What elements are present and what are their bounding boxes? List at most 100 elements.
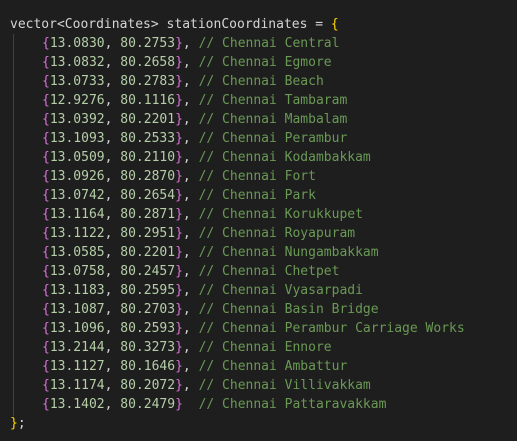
station-comment: // Chennai Vyasarpadi <box>198 283 363 298</box>
comma: , <box>104 359 121 374</box>
indent-guide <box>13 34 14 416</box>
latitude-value: 13.0758 <box>49 264 105 279</box>
coordinate-entry: {13.1164, 80.2871}, // Chennai Korukkupe… <box>42 205 363 224</box>
longitude-value: 80.3273 <box>120 340 176 355</box>
entry-separator <box>183 397 191 412</box>
station-comment: // Chennai Fort <box>198 169 316 184</box>
entry-close-brace: } <box>175 131 183 146</box>
entry-open-brace: { <box>42 74 50 89</box>
longitude-value: 80.2871 <box>120 207 176 222</box>
comma: , <box>104 131 121 146</box>
entry-open-brace: { <box>42 283 50 298</box>
comma: , <box>104 321 121 336</box>
station-comment: // Chennai Ennore <box>198 340 332 355</box>
longitude-value: 80.2658 <box>120 55 176 70</box>
entry-open-brace: { <box>42 36 50 51</box>
coordinate-entry: {13.0926, 80.2870}, // Chennai Fort <box>42 167 316 186</box>
open-brace: { <box>330 17 339 32</box>
entry-open-brace: { <box>42 340 50 355</box>
coordinate-entry: {13.0742, 80.2654}, // Chennai Park <box>42 186 316 205</box>
coordinate-entry: {13.1087, 80.2703}, // Chennai Basin Bri… <box>42 300 379 319</box>
entry-separator: , <box>182 55 191 70</box>
coordinate-entry: {13.0758, 80.2457}, // Chennai Chetpet <box>42 262 339 281</box>
latitude-value: 13.1087 <box>49 302 105 317</box>
comma: , <box>104 150 121 165</box>
station-comment: // Chennai Ambattur <box>198 359 348 374</box>
coordinate-entry: {13.0392, 80.2201}, // Chennai Mambalam <box>42 110 347 129</box>
latitude-value: 13.1093 <box>49 131 105 146</box>
longitude-value: 80.2593 <box>120 321 176 336</box>
coordinate-entry: {12.9276, 80.1116}, // Chennai Tambaram <box>42 91 347 110</box>
comma: , <box>104 245 121 260</box>
entry-open-brace: { <box>42 264 50 279</box>
longitude-value: 80.2110 <box>120 150 176 165</box>
entry-close-brace: } <box>175 188 183 203</box>
station-comment: // Chennai Perambur <box>198 131 348 146</box>
entry-separator: , <box>182 169 191 184</box>
latitude-value: 13.1402 <box>49 397 105 412</box>
comma: , <box>104 55 121 70</box>
coordinate-entry: {13.0830, 80.2753}, // Chennai Central <box>42 34 339 53</box>
entry-close-brace: } <box>175 150 183 165</box>
entry-separator: , <box>182 36 191 51</box>
entry-separator: , <box>182 378 191 393</box>
latitude-value: 13.0509 <box>49 150 105 165</box>
coordinate-entry: {13.1096, 80.2593}, // Chennai Perambur … <box>42 319 465 338</box>
entry-open-brace: { <box>42 93 50 108</box>
station-comment: // Chennai Kodambakkam <box>198 150 371 165</box>
entry-open-brace: { <box>42 55 50 70</box>
entry-separator: , <box>182 207 191 222</box>
entry-separator: , <box>182 264 191 279</box>
statement-terminator: ; <box>17 416 26 431</box>
type-name: vector<Coordinates> <box>10 17 159 32</box>
longitude-value: 80.2201 <box>120 112 176 127</box>
entry-separator: , <box>182 131 191 146</box>
comma: , <box>104 264 121 279</box>
entry-separator: , <box>182 226 191 241</box>
latitude-value: 13.2144 <box>49 340 105 355</box>
code-editor[interactable]: vector<Coordinates> stationCoordinates =… <box>0 0 517 441</box>
closing-line: }; <box>10 414 26 433</box>
latitude-value: 12.9276 <box>49 93 105 108</box>
longitude-value: 80.2783 <box>120 74 176 89</box>
entry-separator: , <box>182 150 191 165</box>
latitude-value: 13.1183 <box>49 283 105 298</box>
station-comment: // Chennai Korukkupet <box>198 207 363 222</box>
latitude-value: 13.1127 <box>49 359 105 374</box>
entry-separator: , <box>182 321 191 336</box>
entry-close-brace: } <box>175 378 183 393</box>
entry-open-brace: { <box>42 359 50 374</box>
entry-open-brace: { <box>42 150 50 165</box>
coordinate-entry: {13.1127, 80.1646}, // Chennai Ambattur <box>42 357 347 376</box>
longitude-value: 80.2201 <box>120 245 176 260</box>
declaration-line: vector<Coordinates> stationCoordinates =… <box>10 15 339 34</box>
comma: , <box>104 340 121 355</box>
entry-separator: , <box>182 74 191 89</box>
entry-open-brace: { <box>42 226 50 241</box>
comma: , <box>104 207 121 222</box>
station-comment: // Chennai Park <box>198 188 316 203</box>
station-comment: // Chennai Egmore <box>198 55 332 70</box>
comma: , <box>104 169 121 184</box>
entry-close-brace: } <box>175 36 183 51</box>
entry-separator: , <box>182 245 191 260</box>
station-comment: // Chennai Mambalam <box>198 112 348 127</box>
comma: , <box>104 188 121 203</box>
latitude-value: 13.0926 <box>49 169 105 184</box>
entry-close-brace: } <box>175 321 183 336</box>
comma: , <box>104 74 121 89</box>
longitude-value: 80.1116 <box>120 93 176 108</box>
latitude-value: 13.1164 <box>49 207 105 222</box>
entry-open-brace: { <box>42 188 50 203</box>
station-comment: // Chennai Perambur Carriage Works <box>198 321 465 336</box>
station-comment: // Chennai Central <box>198 36 340 51</box>
